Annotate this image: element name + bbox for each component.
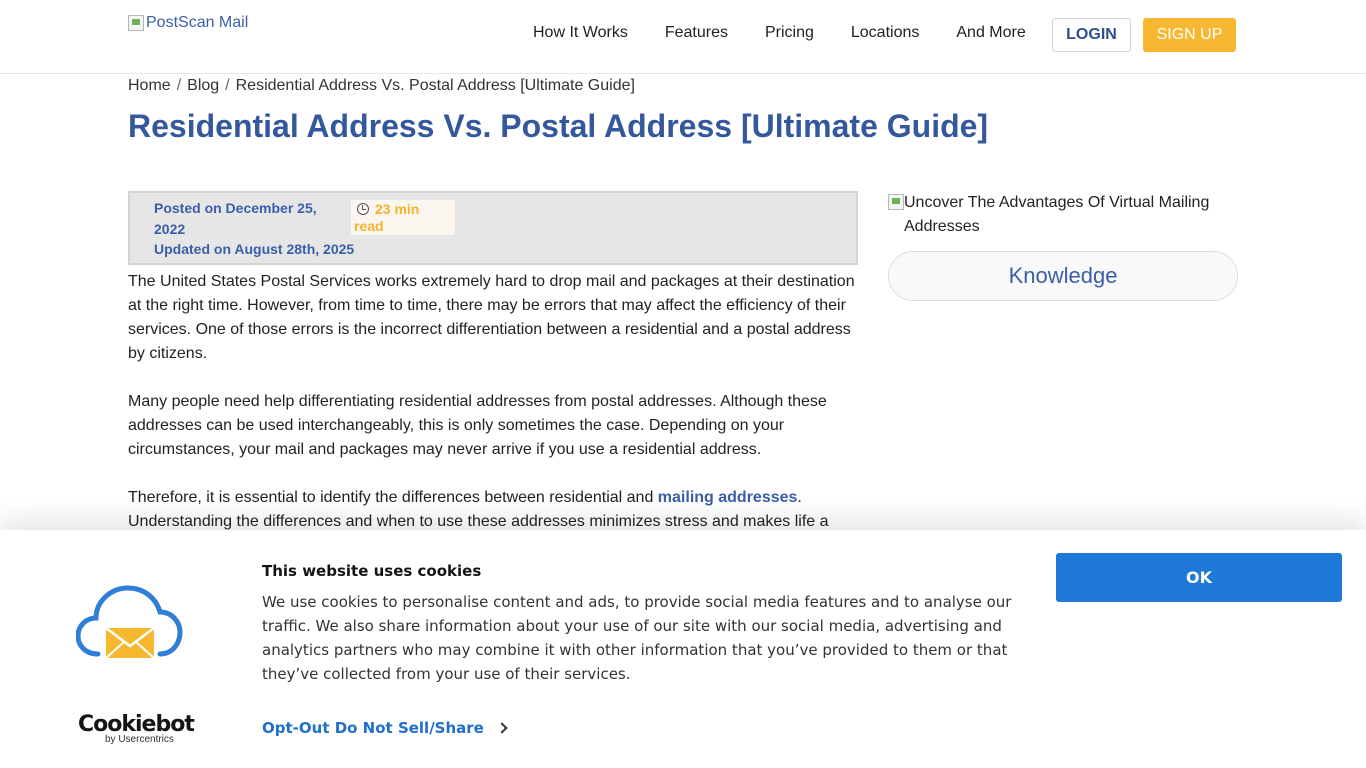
cookie-description: We use cookies to personalise content an… [262,593,1012,683]
mailing-addresses-link[interactable]: mailing addresses [658,489,798,506]
article-paragraph: Therefore, it is essential to identify t… [128,486,858,534]
breadcrumb: Home / Blog / Residential Address Vs. Po… [128,77,635,95]
login-button[interactable]: LOGIN [1052,18,1131,52]
signup-button[interactable]: SIGN UP [1143,18,1236,52]
sidebar-image-alt: Uncover The Advantages Of Virtual Mailin… [904,194,1210,235]
nav-how-it-works[interactable]: How It Works [533,24,628,42]
knowledge-category-button[interactable]: Knowledge [888,251,1238,301]
opt-out-link[interactable]: Opt-Out Do Not Sell/Share [262,719,508,737]
breadcrumb-separator: / [225,77,230,94]
cookiebot-brand: Cookiebot by Usercentrics [78,712,195,745]
breadcrumb-home[interactable]: Home [128,77,171,95]
post-meta-box: Posted on December 25, 2022 23 min read … [128,191,858,265]
breadcrumb-current: Residential Address Vs. Postal Address [… [235,77,635,94]
logo-alt-text: PostScan Mail [146,14,249,31]
broken-image-icon [888,194,904,210]
posted-date: Posted on December 25, 2022 [154,200,317,237]
sidebar-featured-image[interactable]: Uncover The Advantages Of Virtual Mailin… [888,191,1238,239]
article-paragraph: Many people need help differentiating re… [128,393,827,458]
updated-date: Updated on August 28th, 2025 [154,241,355,257]
cookie-title: This website uses cookies [262,562,482,580]
breadcrumb-blog[interactable]: Blog [187,77,219,95]
breadcrumb-separator: / [176,77,182,94]
site-header: PostScan Mail How It Works Features Pric… [0,0,1366,74]
nav-and-more[interactable]: And More [956,24,1025,42]
page-title: Residential Address Vs. Postal Address [… [128,108,989,144]
nav-features[interactable]: Features [665,24,728,42]
paragraph-text: Therefore, it is essential to identify t… [128,489,658,506]
main-nav: How It Works Features Pricing Locations … [533,24,1063,42]
article-body: The United States Postal Services works … [128,270,858,558]
cloud-envelope-icon [76,585,183,659]
read-time-badge: 23 min read [351,200,455,235]
chevron-right-icon [496,722,508,734]
cookie-ok-button[interactable]: OK [1056,553,1342,602]
article-paragraph: The United States Postal Services works … [128,273,855,362]
broken-image-icon [128,15,144,31]
nav-pricing[interactable]: Pricing [765,24,814,42]
cookie-consent-banner: Cookiebot by Usercentrics This website u… [0,530,1366,768]
site-logo[interactable]: PostScan Mail [128,14,248,32]
clock-icon [357,203,369,215]
nav-locations[interactable]: Locations [851,24,920,42]
opt-out-label: Opt-Out Do Not Sell/Share [262,719,484,737]
